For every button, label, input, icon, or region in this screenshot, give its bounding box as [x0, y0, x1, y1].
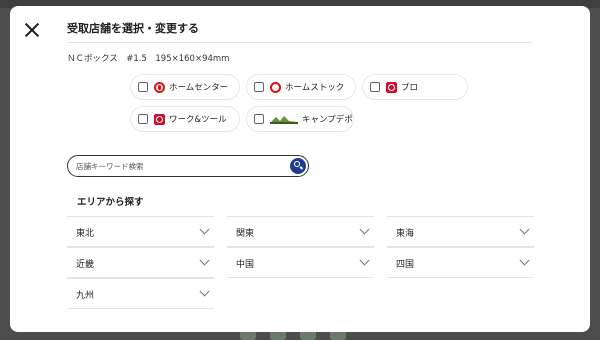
chevron-down-icon — [359, 255, 370, 266]
checkbox[interactable] — [138, 82, 148, 92]
area-kanto[interactable]: 関東 — [227, 216, 374, 247]
area-label: 近畿 — [76, 260, 95, 270]
filter-label: ホームストック — [285, 83, 345, 93]
chevron-down-icon — [519, 255, 530, 266]
filter-label: プロ — [401, 83, 419, 93]
filter-label: ホームセンター — [169, 83, 229, 93]
area-chugoku[interactable]: 中国 — [227, 247, 374, 278]
checkbox[interactable] — [138, 114, 148, 124]
area-label: 東海 — [396, 229, 415, 239]
campdepot-logo-icon — [270, 115, 298, 124]
checkbox[interactable] — [254, 114, 264, 124]
chevron-down-icon — [199, 255, 210, 266]
pro-logo-icon — [386, 81, 397, 93]
area-heading: エリアから探す — [77, 197, 144, 208]
checkbox[interactable] — [370, 82, 380, 92]
homecenter-logo-icon — [154, 81, 165, 93]
store-select-modal: 受取店舗を選択・変更する ＮＣボックス #1.5 195×160×94mm ホー… — [10, 6, 590, 332]
homestock-logo-icon — [270, 81, 281, 93]
chevron-down-icon — [519, 224, 530, 235]
filter-homecenter[interactable]: ホームセンター — [130, 74, 240, 100]
area-label: 九州 — [76, 291, 95, 301]
product-info: ＮＣボックス #1.5 195×160×94mm — [67, 54, 230, 64]
close-icon[interactable] — [24, 22, 40, 38]
area-kinki[interactable]: 近畿 — [67, 247, 214, 278]
search-icon[interactable] — [290, 158, 306, 174]
filter-label: ワーク&ツール — [169, 115, 227, 125]
filter-campdepot[interactable]: キャンプデポ — [246, 106, 354, 132]
area-kyushu[interactable]: 九州 — [67, 278, 214, 309]
filter-worktool[interactable]: ワーク&ツール — [130, 106, 240, 132]
area-tohoku[interactable]: 東北 — [67, 216, 214, 247]
chevron-down-icon — [199, 224, 210, 235]
chevron-down-icon — [199, 286, 210, 297]
area-label: 四国 — [396, 260, 415, 270]
chevron-down-icon — [359, 224, 370, 235]
area-label: 東北 — [76, 229, 95, 239]
modal-title: 受取店舗を選択・変更する — [67, 22, 199, 35]
area-tokai[interactable]: 東海 — [387, 216, 534, 247]
title-divider — [67, 42, 532, 43]
worktool-logo-icon — [154, 113, 165, 125]
search-input[interactable] — [76, 159, 276, 173]
area-shikoku[interactable]: 四国 — [387, 247, 534, 278]
filter-pro[interactable]: プロ — [362, 74, 468, 100]
area-label: 関東 — [236, 229, 255, 239]
store-search — [67, 155, 309, 177]
filter-homestock[interactable]: ホームストック — [246, 74, 356, 100]
filter-label: キャンプデポ — [302, 115, 353, 125]
checkbox[interactable] — [254, 82, 264, 92]
area-label: 中国 — [236, 260, 255, 270]
